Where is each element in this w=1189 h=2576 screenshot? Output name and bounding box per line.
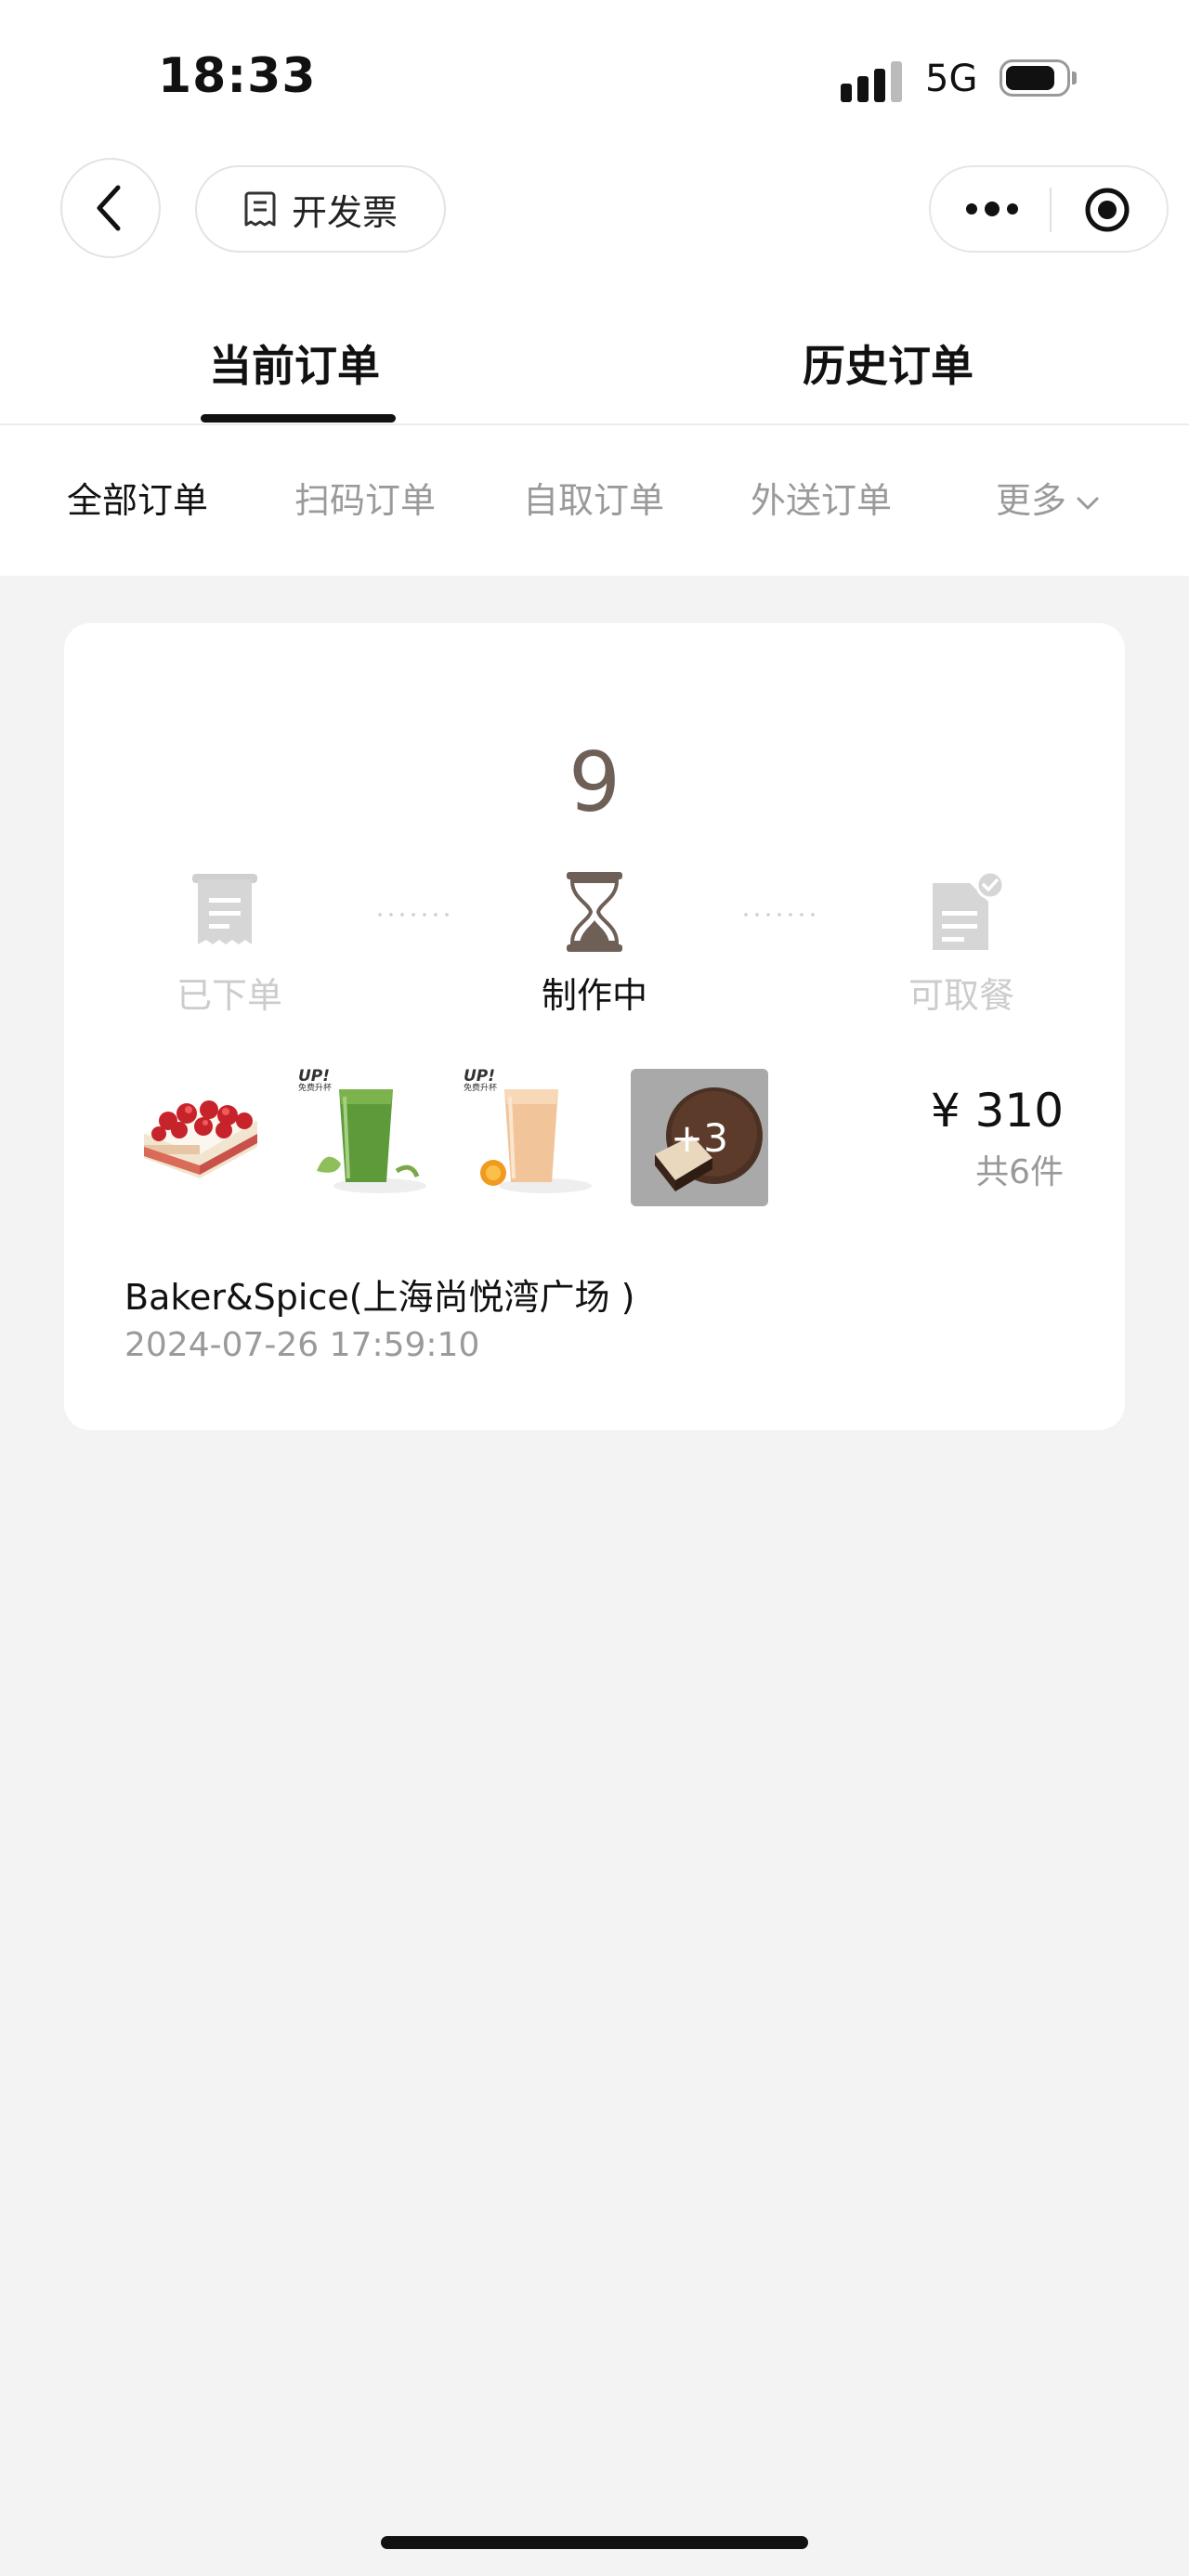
upgrade-badge: UP! 免费升杯 [464,1069,497,1093]
back-button[interactable] [60,158,161,258]
order-price: ¥ 310 [930,1084,1064,1138]
progress-dots [740,913,817,917]
document-check-icon [933,870,1005,950]
network-type: 5G [925,58,978,100]
status-time: 18:33 [158,48,317,104]
step-label-making: 制作中 [541,975,647,1016]
upgrade-badge: UP! 免费升杯 [298,1069,332,1093]
home-indicator [381,2536,808,2549]
product-image-orange-juice: UP! 免费升杯 [462,1069,599,1206]
close-target-icon[interactable] [1083,186,1131,234]
filter-more[interactable]: 更多 [996,472,1100,523]
step-label-ordered: 已下单 [176,975,282,1016]
tab-current-orders[interactable]: 当前订单 [209,332,380,394]
store-name: Baker&Spice(上海尚悦湾广场 ) [124,1277,635,1318]
battery-icon [1000,59,1078,98]
filter-more-label: 更多 [996,480,1067,521]
miniprogram-capsule [929,165,1169,253]
divider [0,423,1189,425]
invoice-button[interactable]: 开发票 [195,165,446,253]
product-image-green-juice: UP! 免费升杯 [296,1069,434,1206]
tab-active-indicator [201,414,396,423]
tab-history-orders[interactable]: 历史订单 [803,332,973,394]
product-image-more: +3 [631,1069,768,1206]
upgrade-badge-subtext: 免费升杯 [298,1084,333,1093]
order-card[interactable]: 9 已下单 制作中 可取餐 UP! 免费升杯 UP! 免费升杯 +3 ¥ 310… [64,623,1125,1430]
more-items-count: +3 [671,1114,728,1161]
filter-pickup-orders[interactable]: 自取订单 [523,472,664,523]
capsule-divider [1050,188,1052,232]
product-image-strawberry-cake [131,1069,268,1206]
hourglass-icon [567,872,622,952]
progress-dots [374,913,451,917]
order-item-count: 共6件 [975,1153,1064,1191]
queue-number: 9 [568,735,621,830]
upgrade-badge-subtext: 免费升杯 [464,1084,498,1093]
step-label-ready: 可取餐 [908,975,1014,1016]
more-icon[interactable] [964,195,1020,223]
signal-icon [841,61,902,102]
chevron-left-icon [97,185,121,231]
order-datetime: 2024-07-26 17:59:10 [124,1326,480,1364]
receipt-icon [244,191,276,227]
chevron-down-icon [1077,497,1099,509]
filter-delivery-orders[interactable]: 外送订单 [751,472,892,523]
filter-scan-orders[interactable]: 扫码订单 [294,472,436,523]
invoice-label: 开发票 [291,191,398,233]
filter-all-orders[interactable]: 全部订单 [67,472,208,523]
receipt-step-icon [192,874,257,944]
